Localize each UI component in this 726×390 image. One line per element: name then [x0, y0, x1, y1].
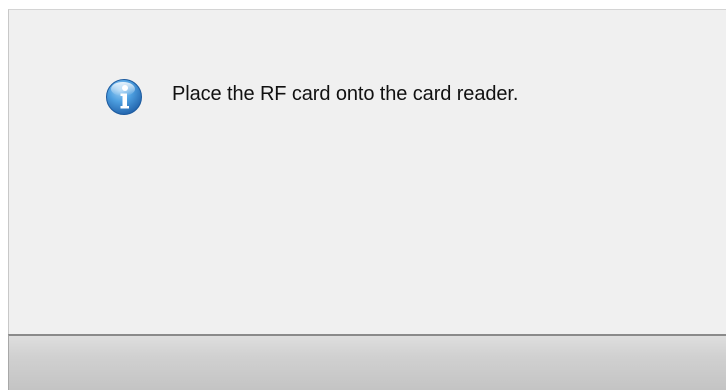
dialog-message: Place the RF card onto the card reader.	[172, 82, 519, 105]
message-row: Place the RF card onto the card reader.	[105, 72, 518, 116]
info-icon	[105, 72, 143, 116]
message-dialog: Place the RF card onto the card reader.	[0, 0, 726, 390]
button-bar	[8, 334, 726, 390]
dialog-body: Place the RF card onto the card reader.	[8, 9, 726, 334]
